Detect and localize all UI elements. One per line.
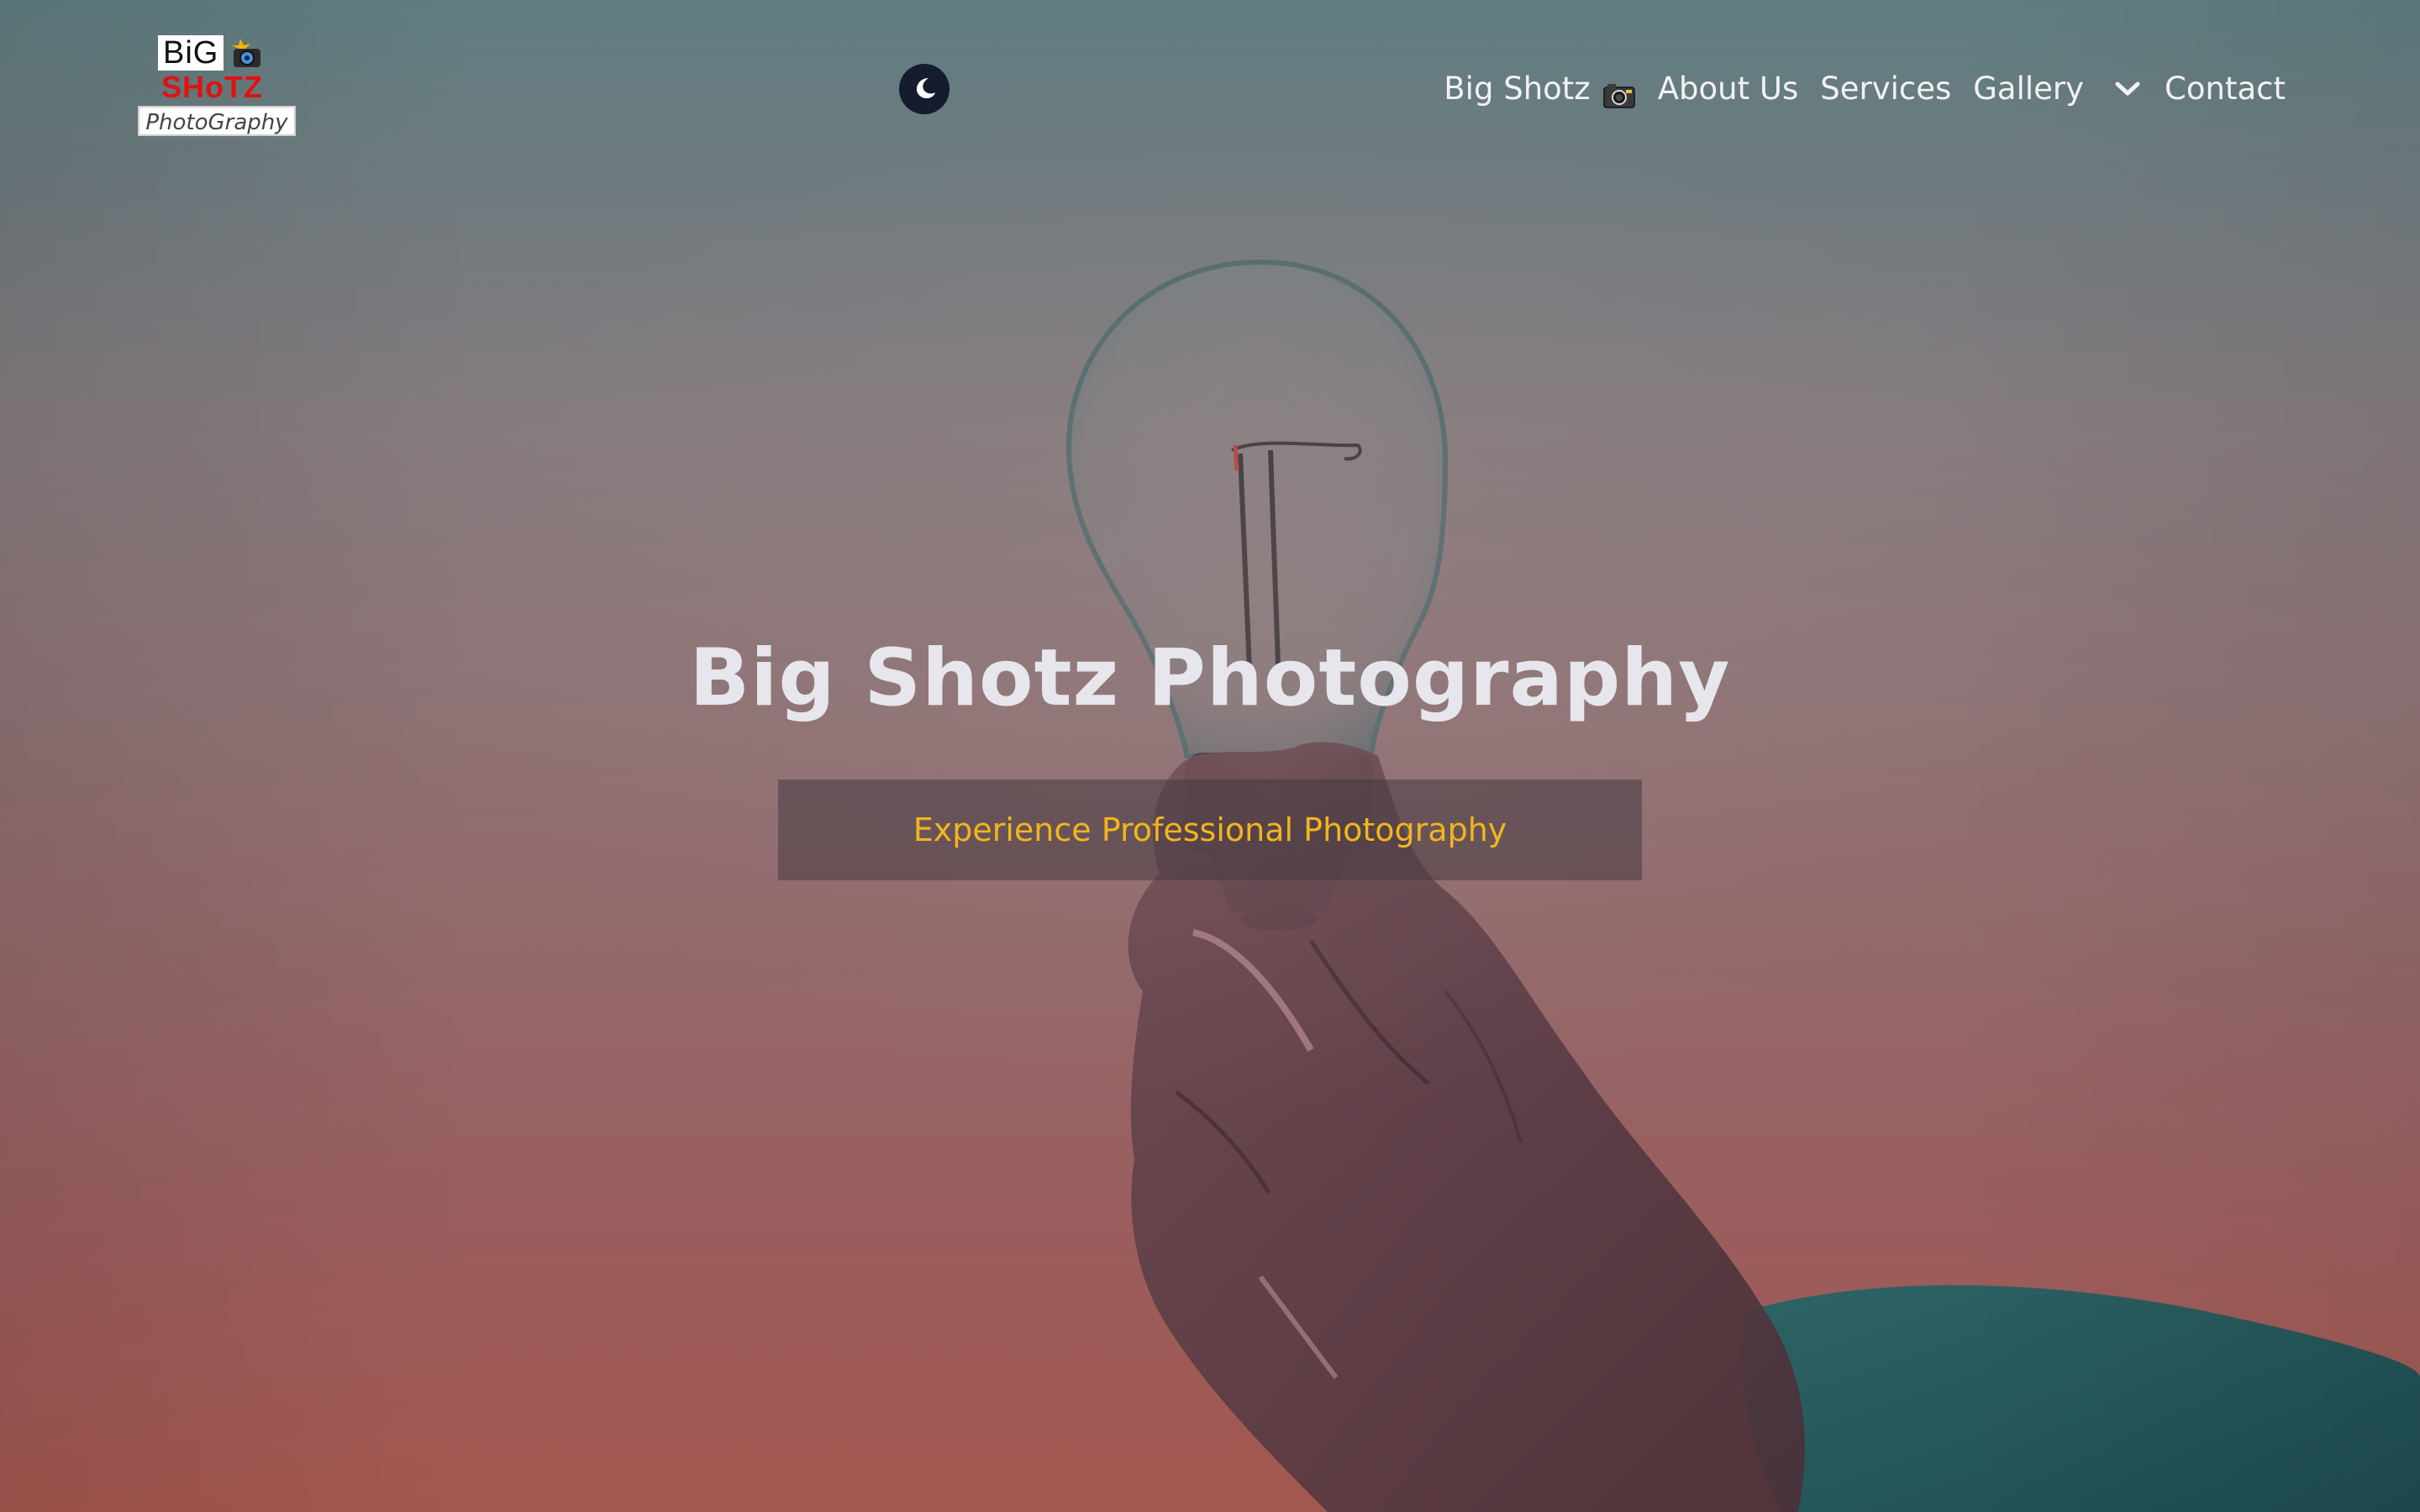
camera-flash-icon — [229, 37, 262, 69]
hero-title: Big Shotz Photography — [689, 633, 1731, 724]
nav-item-about-us[interactable]: About Us — [1658, 66, 1799, 113]
theme-toggle-button[interactable] — [899, 64, 950, 114]
hero-subtitle: Experience Professional Photography — [913, 811, 1507, 848]
logo-text-shotz: SHoTZ — [161, 70, 263, 104]
chevron-down-icon[interactable] — [2112, 74, 2143, 104]
nav-item-big-shotz[interactable]: Big Shotz — [1444, 66, 1635, 113]
logo-text-big: BiG — [158, 35, 224, 71]
moon-icon — [912, 75, 937, 104]
nav-item-gallery[interactable]: Gallery — [1973, 66, 2084, 113]
hero-overlay — [0, 0, 2420, 1512]
main-nav: Big Shotz About Us Services Gallery Cont… — [1444, 66, 2286, 113]
page: BiG SHoTZ PhotoGraphy Big Shotz About Us… — [0, 0, 2420, 1512]
nav-item-contact[interactable]: Contact — [2165, 66, 2286, 113]
logo-text-photography: PhotoGraphy — [138, 106, 296, 136]
nav-item-services[interactable]: Services — [1820, 66, 1951, 113]
hero-subtitle-box: Experience Professional Photography — [778, 780, 1642, 880]
site-logo[interactable]: BiG SHoTZ PhotoGraphy — [138, 35, 299, 139]
nav-item-label: Big Shotz — [1444, 71, 1591, 107]
camera-icon — [1602, 76, 1636, 108]
logo-top-row: BiG — [158, 35, 262, 71]
